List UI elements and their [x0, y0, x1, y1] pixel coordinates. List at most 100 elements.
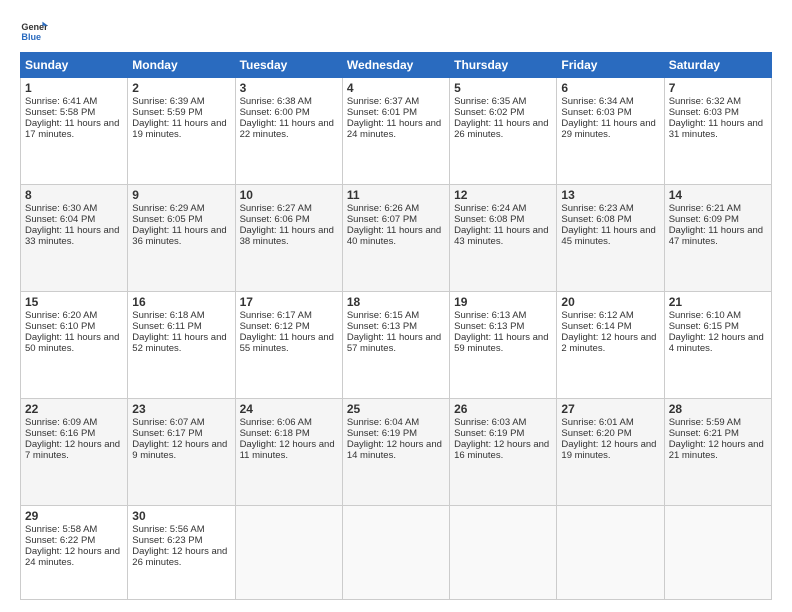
daylight-label: Daylight: 11 hours and 38 minutes.: [240, 225, 334, 247]
calendar-cell: 30Sunrise: 5:56 AMSunset: 6:23 PMDayligh…: [128, 506, 235, 600]
daylight-label: Daylight: 12 hours and 21 minutes.: [669, 439, 764, 461]
sunrise: Sunrise: 6:01 AM: [561, 417, 633, 428]
sunrise: Sunrise: 6:06 AM: [240, 417, 312, 428]
sunset: Sunset: 6:14 PM: [561, 321, 631, 332]
sunset: Sunset: 6:15 PM: [669, 321, 739, 332]
daylight-label: Daylight: 12 hours and 9 minutes.: [132, 439, 227, 461]
daylight-label: Daylight: 11 hours and 43 minutes.: [454, 225, 548, 247]
sunrise: Sunrise: 6:39 AM: [132, 96, 204, 107]
daylight-label: Daylight: 11 hours and 33 minutes.: [25, 225, 119, 247]
calendar-cell: [235, 506, 342, 600]
day-number: 24: [240, 402, 338, 416]
calendar-cell: 21Sunrise: 6:10 AMSunset: 6:15 PMDayligh…: [664, 292, 771, 399]
calendar-cell: 2Sunrise: 6:39 AMSunset: 5:59 PMDaylight…: [128, 78, 235, 185]
sunrise: Sunrise: 6:09 AM: [25, 417, 97, 428]
sunset: Sunset: 6:17 PM: [132, 428, 202, 439]
daylight-label: Daylight: 11 hours and 40 minutes.: [347, 225, 441, 247]
sunset: Sunset: 6:19 PM: [347, 428, 417, 439]
calendar-cell: [450, 506, 557, 600]
daylight-label: Daylight: 12 hours and 2 minutes.: [561, 332, 656, 354]
daylight-label: Daylight: 12 hours and 16 minutes.: [454, 439, 549, 461]
day-number: 12: [454, 188, 552, 202]
sunrise: Sunrise: 6:15 AM: [347, 310, 419, 321]
sunset: Sunset: 5:58 PM: [25, 107, 95, 118]
daylight-label: Daylight: 11 hours and 17 minutes.: [25, 118, 119, 140]
calendar-cell: 29Sunrise: 5:58 AMSunset: 6:22 PMDayligh…: [21, 506, 128, 600]
day-number: 25: [347, 402, 445, 416]
daylight-label: Daylight: 12 hours and 11 minutes.: [240, 439, 335, 461]
sunrise: Sunrise: 6:18 AM: [132, 310, 204, 321]
day-number: 28: [669, 402, 767, 416]
sunrise: Sunrise: 6:10 AM: [669, 310, 741, 321]
sunset: Sunset: 6:01 PM: [347, 107, 417, 118]
weekday-header: Monday: [128, 53, 235, 78]
calendar-cell: 6Sunrise: 6:34 AMSunset: 6:03 PMDaylight…: [557, 78, 664, 185]
calendar-cell: 12Sunrise: 6:24 AMSunset: 6:08 PMDayligh…: [450, 185, 557, 292]
sunset: Sunset: 6:16 PM: [25, 428, 95, 439]
header: General Blue: [20, 16, 772, 44]
calendar-cell: 25Sunrise: 6:04 AMSunset: 6:19 PMDayligh…: [342, 399, 449, 506]
calendar-cell: 13Sunrise: 6:23 AMSunset: 6:08 PMDayligh…: [557, 185, 664, 292]
sunrise: Sunrise: 6:21 AM: [669, 203, 741, 214]
calendar-cell: 4Sunrise: 6:37 AMSunset: 6:01 PMDaylight…: [342, 78, 449, 185]
sunset: Sunset: 6:18 PM: [240, 428, 310, 439]
daylight-label: Daylight: 12 hours and 24 minutes.: [25, 546, 120, 568]
daylight-label: Daylight: 11 hours and 29 minutes.: [561, 118, 655, 140]
day-number: 1: [25, 81, 123, 95]
sunrise: Sunrise: 6:04 AM: [347, 417, 419, 428]
calendar-cell: 17Sunrise: 6:17 AMSunset: 6:12 PMDayligh…: [235, 292, 342, 399]
weekday-header: Saturday: [664, 53, 771, 78]
sunrise: Sunrise: 6:17 AM: [240, 310, 312, 321]
sunrise: Sunrise: 6:13 AM: [454, 310, 526, 321]
calendar-body: 1Sunrise: 6:41 AMSunset: 5:58 PMDaylight…: [21, 78, 772, 600]
day-number: 20: [561, 295, 659, 309]
sunrise: Sunrise: 6:24 AM: [454, 203, 526, 214]
logo-icon: General Blue: [20, 16, 48, 44]
sunrise: Sunrise: 6:20 AM: [25, 310, 97, 321]
day-number: 14: [669, 188, 767, 202]
sunrise: Sunrise: 6:03 AM: [454, 417, 526, 428]
calendar-cell: 11Sunrise: 6:26 AMSunset: 6:07 PMDayligh…: [342, 185, 449, 292]
daylight-label: Daylight: 12 hours and 14 minutes.: [347, 439, 442, 461]
sunset: Sunset: 6:05 PM: [132, 214, 202, 225]
sunset: Sunset: 6:19 PM: [454, 428, 524, 439]
calendar-cell: 19Sunrise: 6:13 AMSunset: 6:13 PMDayligh…: [450, 292, 557, 399]
weekday-header: Sunday: [21, 53, 128, 78]
calendar-cell: 14Sunrise: 6:21 AMSunset: 6:09 PMDayligh…: [664, 185, 771, 292]
day-number: 2: [132, 81, 230, 95]
calendar-cell: 18Sunrise: 6:15 AMSunset: 6:13 PMDayligh…: [342, 292, 449, 399]
day-number: 9: [132, 188, 230, 202]
sunrise: Sunrise: 5:56 AM: [132, 524, 204, 535]
sunset: Sunset: 6:20 PM: [561, 428, 631, 439]
calendar-cell: 9Sunrise: 6:29 AMSunset: 6:05 PMDaylight…: [128, 185, 235, 292]
daylight-label: Daylight: 11 hours and 22 minutes.: [240, 118, 334, 140]
sunrise: Sunrise: 6:34 AM: [561, 96, 633, 107]
sunrise: Sunrise: 6:27 AM: [240, 203, 312, 214]
day-number: 8: [25, 188, 123, 202]
daylight-label: Daylight: 12 hours and 26 minutes.: [132, 546, 227, 568]
calendar-table: SundayMondayTuesdayWednesdayThursdayFrid…: [20, 52, 772, 600]
day-number: 23: [132, 402, 230, 416]
day-number: 3: [240, 81, 338, 95]
daylight-label: Daylight: 11 hours and 45 minutes.: [561, 225, 655, 247]
sunset: Sunset: 6:11 PM: [132, 321, 202, 332]
sunrise: Sunrise: 5:59 AM: [669, 417, 741, 428]
calendar-cell: 20Sunrise: 6:12 AMSunset: 6:14 PMDayligh…: [557, 292, 664, 399]
sunset: Sunset: 6:03 PM: [669, 107, 739, 118]
day-number: 22: [25, 402, 123, 416]
daylight-label: Daylight: 11 hours and 19 minutes.: [132, 118, 226, 140]
sunset: Sunset: 6:04 PM: [25, 214, 95, 225]
sunset: Sunset: 6:13 PM: [454, 321, 524, 332]
calendar-cell: 23Sunrise: 6:07 AMSunset: 6:17 PMDayligh…: [128, 399, 235, 506]
sunrise: Sunrise: 6:07 AM: [132, 417, 204, 428]
daylight-label: Daylight: 11 hours and 59 minutes.: [454, 332, 548, 354]
daylight-label: Daylight: 11 hours and 24 minutes.: [347, 118, 441, 140]
sunrise: Sunrise: 5:58 AM: [25, 524, 97, 535]
day-number: 4: [347, 81, 445, 95]
sunrise: Sunrise: 6:41 AM: [25, 96, 97, 107]
calendar-cell: 3Sunrise: 6:38 AMSunset: 6:00 PMDaylight…: [235, 78, 342, 185]
calendar-cell: 26Sunrise: 6:03 AMSunset: 6:19 PMDayligh…: [450, 399, 557, 506]
sunset: Sunset: 6:21 PM: [669, 428, 739, 439]
sunrise: Sunrise: 6:12 AM: [561, 310, 633, 321]
daylight-label: Daylight: 12 hours and 7 minutes.: [25, 439, 120, 461]
